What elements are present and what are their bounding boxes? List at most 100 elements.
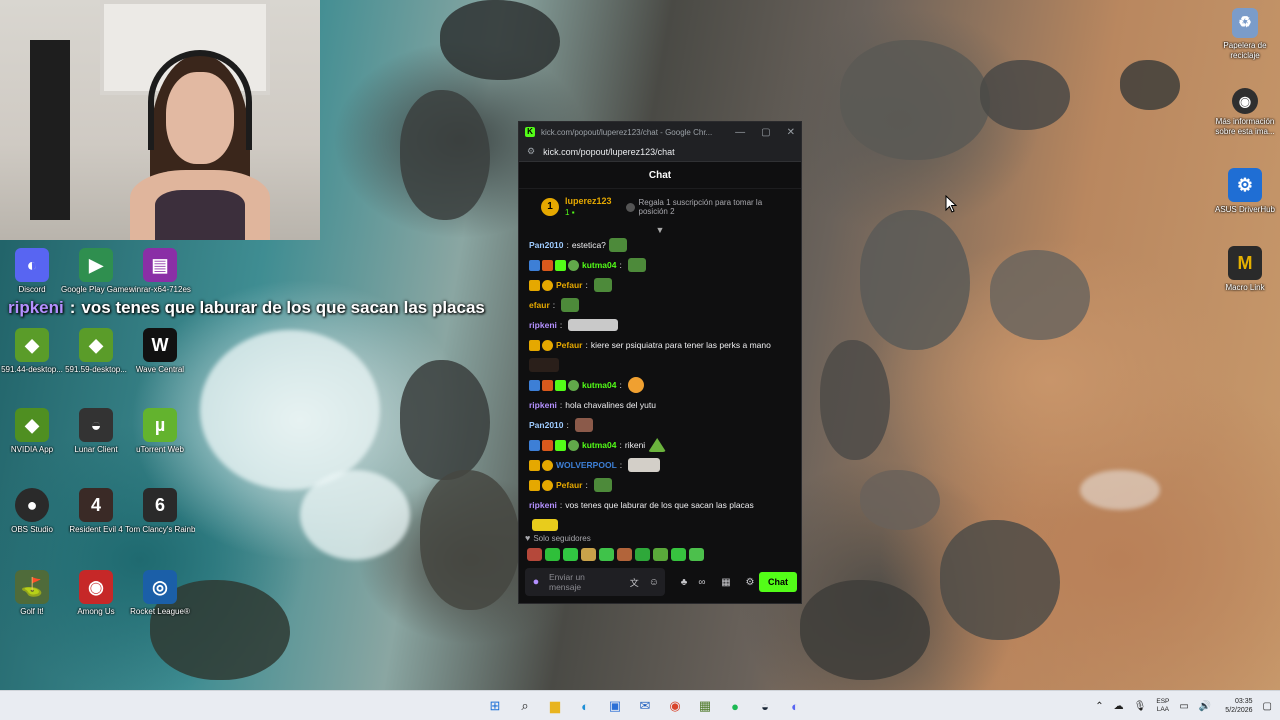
desktop-icon-geforce-installer-2[interactable]: ◆ 591.59-desktop...	[61, 328, 131, 375]
desktop-icon-obs[interactable]: ● OBS Studio	[0, 488, 67, 535]
chat-username[interactable]: kutma04	[582, 440, 617, 450]
chat-username[interactable]: ripkeni	[529, 500, 557, 510]
send-chat-button[interactable]: Chat	[759, 572, 797, 592]
gift-prompt[interactable]: Regala 1 suscripción para tomar la posic…	[625, 198, 776, 216]
emote-icon[interactable]	[628, 458, 661, 472]
desktop-icon-golf-it[interactable]: ⛳ Golf It!	[0, 570, 67, 617]
users-icon[interactable]: ♣	[675, 577, 693, 588]
desktop-icon-rainbow-six[interactable]: 6 Tom Clancy's Rainbow Six...	[125, 488, 195, 535]
maximize-button[interactable]: ▢	[761, 127, 770, 138]
close-button[interactable]: ✕	[787, 127, 795, 138]
chat-username[interactable]: Pefaur	[556, 340, 582, 350]
chat-username[interactable]: efaur	[529, 300, 550, 310]
quick-emote-icon[interactable]	[581, 548, 596, 561]
chat-username[interactable]: kutma04	[582, 260, 617, 270]
taskbar-chrome-icon[interactable]: ◉	[663, 694, 687, 718]
taskbar-start-icon[interactable]: ⊞	[483, 694, 507, 718]
emote-icon[interactable]	[532, 519, 558, 531]
desktop-icon-nvidia-app[interactable]: ◆ NVIDIA App	[0, 408, 67, 455]
notifications-icon[interactable]: ▢	[1263, 701, 1272, 712]
site-settings-icon[interactable]: ⚙	[527, 146, 535, 157]
clock[interactable]: 03:35 5/2/2026	[1225, 697, 1252, 715]
desktop-icon-image-info[interactable]: ◉ Más información sobre esta ima...	[1210, 88, 1280, 137]
quick-emote-icon[interactable]	[653, 548, 668, 561]
desktop-icon-label: Lunar Client	[74, 445, 118, 454]
desktop-icon-google-play[interactable]: ▶ Google Play Games	[61, 248, 131, 295]
emote-icon[interactable]	[574, 418, 593, 432]
desktop-icon-geforce-installer-1[interactable]: ◆ 591.44-desktop...	[0, 328, 67, 375]
quick-emote-icon[interactable]	[671, 548, 686, 561]
quick-emote-icon[interactable]	[689, 548, 704, 561]
desktop-icon-among-us[interactable]: ◉ Among Us	[61, 570, 131, 617]
quick-emote-icon[interactable]	[599, 548, 614, 561]
chat-username[interactable]: WOLVERPOOL	[556, 460, 617, 470]
onedrive-icon[interactable]: ☁	[1114, 701, 1124, 712]
chat-username[interactable]: Pan2010	[529, 240, 564, 250]
taskbar-store-icon[interactable]: ▣	[603, 694, 627, 718]
taskbar-edge-icon[interactable]: ◐	[573, 694, 597, 718]
quick-emote-icon[interactable]	[635, 548, 650, 561]
emote-icon[interactable]	[561, 298, 580, 312]
translate-icon[interactable]: 文	[630, 576, 639, 589]
network-icon[interactable]: ▭	[1179, 701, 1188, 712]
emote-icon[interactable]	[568, 319, 619, 331]
input-language[interactable]: ESP LAA	[1156, 698, 1169, 714]
settings-icon[interactable]: ⚙	[741, 577, 759, 588]
microphone-icon[interactable]: ●	[531, 575, 541, 589]
emoji-picker-icon[interactable]: ☺	[649, 577, 659, 588]
chat-username[interactable]: Pefaur	[556, 280, 582, 290]
emote-icon[interactable]	[648, 438, 667, 452]
desktop-icon-asus-driverhub[interactable]: ⚙ ASUS DriverHub	[1210, 168, 1280, 215]
rocket-league-icon: ◎	[143, 570, 177, 604]
taskbar-outlook-icon[interactable]: ✉	[633, 694, 657, 718]
badge-icon	[542, 339, 553, 351]
quick-emote-bar[interactable]	[527, 548, 704, 561]
sub-gift-leaderboard[interactable]: 1 luperez123 1 ▪ Regala 1 suscripción pa…	[519, 189, 801, 225]
chat-username[interactable]: ripkeni	[529, 400, 557, 410]
emote-icon[interactable]	[627, 258, 646, 272]
desktop-icon-resident-evil-4[interactable]: 4 Resident Evil 4	[61, 488, 131, 535]
desktop-icon-wave-central[interactable]: W Wave Central	[125, 328, 195, 375]
emote-icon[interactable]	[627, 377, 644, 393]
gift-store-icon[interactable]: ▦	[717, 577, 735, 588]
badge-icon	[568, 379, 579, 391]
microphone-tray-icon[interactable]: 🎙	[1134, 701, 1147, 712]
taskbar-discord-icon[interactable]: ◐	[783, 694, 807, 718]
desktop-icon-recycle-bin[interactable]: ♻ Papelera de reciclaje	[1210, 8, 1280, 61]
address-bar[interactable]: ⚙ kick.com/popout/luperez123/chat	[519, 142, 801, 162]
quick-emote-icon[interactable]	[563, 548, 578, 561]
emote-icon[interactable]	[593, 278, 612, 292]
emote-icon[interactable]	[529, 358, 559, 372]
chat-popout-window[interactable]: K kick.com/popout/luperez123/chat - Goog…	[518, 121, 802, 604]
taskbar-spotify-icon[interactable]: ●	[723, 694, 747, 718]
quick-emote-icon[interactable]	[545, 548, 560, 561]
taskbar-explorer-icon[interactable]: ▆	[543, 694, 567, 718]
chat-username[interactable]: Pan2010	[529, 420, 564, 430]
taskbar-steam-icon[interactable]: ◒	[753, 694, 777, 718]
badge-icon	[542, 459, 553, 471]
gift-box-icon: ▪	[571, 208, 575, 217]
taskbar-minecraft-icon[interactable]: ▦	[693, 694, 717, 718]
desktop-icon-utorrent[interactable]: µ uTorrent Web	[125, 408, 195, 455]
chat-username[interactable]: Pefaur	[556, 480, 582, 490]
desktop-icon-discord[interactable]: ◐ Discord	[0, 248, 67, 295]
chat-message: ripkeni: vos tenes que laburar de los que…	[529, 495, 791, 515]
window-titlebar[interactable]: K kick.com/popout/luperez123/chat - Goog…	[519, 122, 801, 142]
minimize-button[interactable]: —	[735, 127, 745, 138]
chat-input[interactable]: ● Enviar un mensaje 文 ☺	[525, 568, 665, 596]
quick-emote-icon[interactable]	[617, 548, 632, 561]
show-hidden-icons-chevron-icon[interactable]: ⌃	[1095, 701, 1103, 712]
chat-username[interactable]: ripkeni	[529, 320, 557, 330]
collapse-chevron-icon[interactable]: ▼	[519, 225, 801, 235]
volume-icon[interactable]: 🔊	[1199, 701, 1211, 712]
emote-icon[interactable]	[593, 478, 612, 492]
quick-emote-icon[interactable]	[527, 548, 542, 561]
taskbar-search-icon[interactable]: ⌕	[513, 694, 537, 718]
chat-username[interactable]: kutma04	[582, 380, 617, 390]
desktop-icon-winrar[interactable]: ▤ winrar-x64-712es	[125, 248, 195, 295]
emote-icon[interactable]	[608, 238, 627, 252]
desktop-icon-rocket-league[interactable]: ◎ Rocket League®	[125, 570, 195, 617]
infinity-icon[interactable]: ∞	[693, 577, 711, 588]
desktop-icon-macro-link[interactable]: M Macro Link	[1210, 246, 1280, 293]
desktop-icon-lunar-client[interactable]: ◒ Lunar Client	[61, 408, 131, 455]
